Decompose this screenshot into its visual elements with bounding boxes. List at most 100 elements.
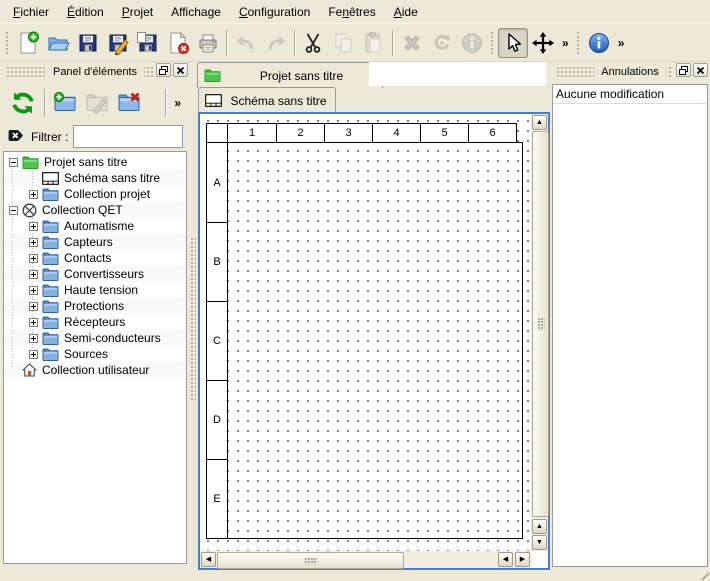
toolbar-overflow-chevron[interactable]: » bbox=[170, 96, 185, 110]
tree-item-projetsanstitre[interactable]: Projet sans titre bbox=[4, 154, 186, 170]
tree-item-protections[interactable]: Protections bbox=[4, 298, 186, 314]
toolbar-overflow-chevron[interactable]: » bbox=[614, 36, 629, 50]
tree-expander-plus[interactable] bbox=[28, 254, 39, 263]
toolbar-overflow-chevron[interactable]: » bbox=[558, 36, 573, 50]
dock-title-buttons bbox=[673, 63, 708, 77]
open-document-button[interactable] bbox=[43, 28, 73, 58]
delete-button[interactable] bbox=[397, 28, 427, 58]
tree-item-sources[interactable]: Sources bbox=[4, 346, 186, 362]
tree-item-collectionutilisateur[interactable]: Collection utilisateur bbox=[4, 362, 186, 378]
tree-expander-plus[interactable] bbox=[28, 318, 39, 327]
cut-button[interactable] bbox=[299, 28, 329, 58]
tree-expander-plus[interactable] bbox=[28, 334, 39, 343]
menu-fenetres[interactable]: Fenêtres bbox=[319, 1, 384, 23]
tree-item-hautetension[interactable]: Haute tension bbox=[4, 282, 186, 298]
undo-list-item[interactable]: Aucune modification bbox=[553, 85, 707, 104]
copy-button[interactable] bbox=[329, 28, 359, 58]
folder-blue-icon bbox=[42, 236, 59, 249]
close-file-button[interactable] bbox=[163, 28, 193, 58]
column-header-cell: 3 bbox=[324, 123, 373, 143]
tree-item-convertisseurs[interactable]: Convertisseurs bbox=[4, 266, 186, 282]
move-icon bbox=[531, 31, 555, 55]
save-all-button[interactable] bbox=[133, 28, 163, 58]
tree-item-contacts[interactable]: Contacts bbox=[4, 250, 186, 266]
rotate-button[interactable] bbox=[427, 28, 457, 58]
tree-expander-plus[interactable] bbox=[28, 302, 39, 311]
scroll-up-button[interactable]: ▲ bbox=[532, 115, 547, 130]
tree-item-label: Capteurs bbox=[64, 235, 113, 249]
tree-item-schemasanstitre[interactable]: Schéma sans titre bbox=[4, 170, 186, 186]
diagram-canvas[interactable]: 123456 ABCDE bbox=[200, 114, 531, 551]
menu-affichage[interactable]: Affichage bbox=[162, 1, 230, 23]
horizontal-scrollbar-thumb[interactable] bbox=[217, 552, 404, 569]
tree-item-recepteurs[interactable]: Récepteurs bbox=[4, 314, 186, 330]
elements-panel-titlebar[interactable]: Panel d'éléments bbox=[2, 62, 188, 81]
scroll-left-button[interactable]: ◀ bbox=[201, 552, 216, 567]
menu-configuration[interactable]: Configuration bbox=[230, 1, 319, 23]
menu-aide[interactable]: Aide bbox=[385, 1, 427, 23]
edit-category-button[interactable] bbox=[81, 87, 113, 119]
tree-expander-plus[interactable] bbox=[28, 270, 39, 279]
tree-item-semiconducteurs[interactable]: Semi-conducteurs bbox=[4, 330, 186, 346]
left-splitter[interactable] bbox=[189, 62, 197, 578]
scroll-left-button-2[interactable]: ◀ bbox=[498, 552, 513, 567]
schema-tab[interactable]: Schéma sans titre bbox=[198, 87, 336, 113]
new-document-button[interactable] bbox=[13, 28, 43, 58]
toolbar-separator bbox=[165, 89, 167, 117]
scroll-right-button[interactable]: ▶ bbox=[515, 552, 530, 567]
tree-item-collectionprojet[interactable]: Collection projet bbox=[4, 186, 186, 202]
elements-tree[interactable]: Projet sans titreSchéma sans titreCollec… bbox=[3, 151, 187, 564]
project-tab[interactable]: Projet sans titre bbox=[197, 62, 383, 88]
toolbar-separator bbox=[226, 30, 228, 56]
vertical-scrollbar-thumb[interactable] bbox=[532, 131, 549, 517]
reload-collections-button[interactable] bbox=[5, 85, 41, 121]
clear-filter-icon[interactable] bbox=[7, 126, 26, 148]
tree-item-collectionqet[interactable]: Collection QET bbox=[4, 202, 186, 218]
filter-input[interactable] bbox=[73, 125, 183, 148]
float-panel-button[interactable] bbox=[156, 63, 171, 77]
undo-panel-titlebar[interactable]: Annulations bbox=[552, 62, 708, 81]
close-panel-button[interactable] bbox=[693, 63, 708, 77]
scroll-down-button[interactable]: ▼ bbox=[532, 535, 547, 550]
float-panel-button[interactable] bbox=[676, 63, 691, 77]
elements-panel-dock: Panel d'éléments » Filtrer : bbox=[2, 62, 188, 578]
save-button[interactable] bbox=[73, 28, 103, 58]
element-info-button[interactable] bbox=[457, 28, 487, 58]
new-category-button[interactable] bbox=[49, 87, 81, 119]
horizontal-scrollbar[interactable]: ◀ ◀ ▶ bbox=[200, 551, 531, 568]
about-button[interactable] bbox=[584, 28, 614, 58]
tree-expander-plus[interactable] bbox=[28, 350, 39, 359]
tabbar-empty-area bbox=[369, 62, 546, 86]
tree-expander-plus[interactable] bbox=[28, 238, 39, 247]
paste-icon bbox=[362, 31, 386, 55]
close-panel-button[interactable] bbox=[173, 63, 188, 77]
undo-button[interactable] bbox=[231, 28, 261, 58]
tree-expander-minus[interactable] bbox=[8, 206, 19, 215]
tree-item-automatisme[interactable]: Automatisme bbox=[4, 218, 186, 234]
menu-projet[interactable]: Projet bbox=[113, 1, 162, 23]
scroll-up-button-2[interactable]: ▲ bbox=[532, 519, 547, 534]
row-header-cell: D bbox=[206, 380, 228, 460]
vertical-scrollbar[interactable]: ▲ ▲ ▼ bbox=[531, 114, 548, 551]
paste-button[interactable] bbox=[359, 28, 389, 58]
folder-blue-icon bbox=[42, 300, 59, 313]
menu-fichier[interactable]: Fichier bbox=[4, 1, 58, 23]
delete-category-button[interactable] bbox=[113, 87, 145, 119]
toolbar-handle[interactable] bbox=[576, 30, 581, 56]
select-mode-button[interactable] bbox=[498, 28, 528, 58]
undo-history-list[interactable]: Aucune modification bbox=[552, 84, 708, 567]
tree-expander-plus[interactable] bbox=[28, 286, 39, 295]
elements-panel-title: Panel d'éléments bbox=[46, 66, 144, 78]
tree-expander-plus[interactable] bbox=[28, 222, 39, 231]
save-as-button[interactable] bbox=[103, 28, 133, 58]
menu-edition[interactable]: Édition bbox=[58, 1, 113, 23]
tree-item-capteurs[interactable]: Capteurs bbox=[4, 234, 186, 250]
undo-panel-title: Annulations bbox=[594, 66, 666, 78]
tree-expander-plus[interactable] bbox=[28, 190, 39, 199]
toolbar-handle[interactable] bbox=[490, 30, 495, 56]
print-button[interactable] bbox=[193, 28, 223, 58]
pan-mode-button[interactable] bbox=[528, 28, 558, 58]
tree-expander-minus[interactable] bbox=[8, 158, 19, 167]
redo-button[interactable] bbox=[261, 28, 291, 58]
toolbar-handle[interactable] bbox=[5, 30, 10, 56]
